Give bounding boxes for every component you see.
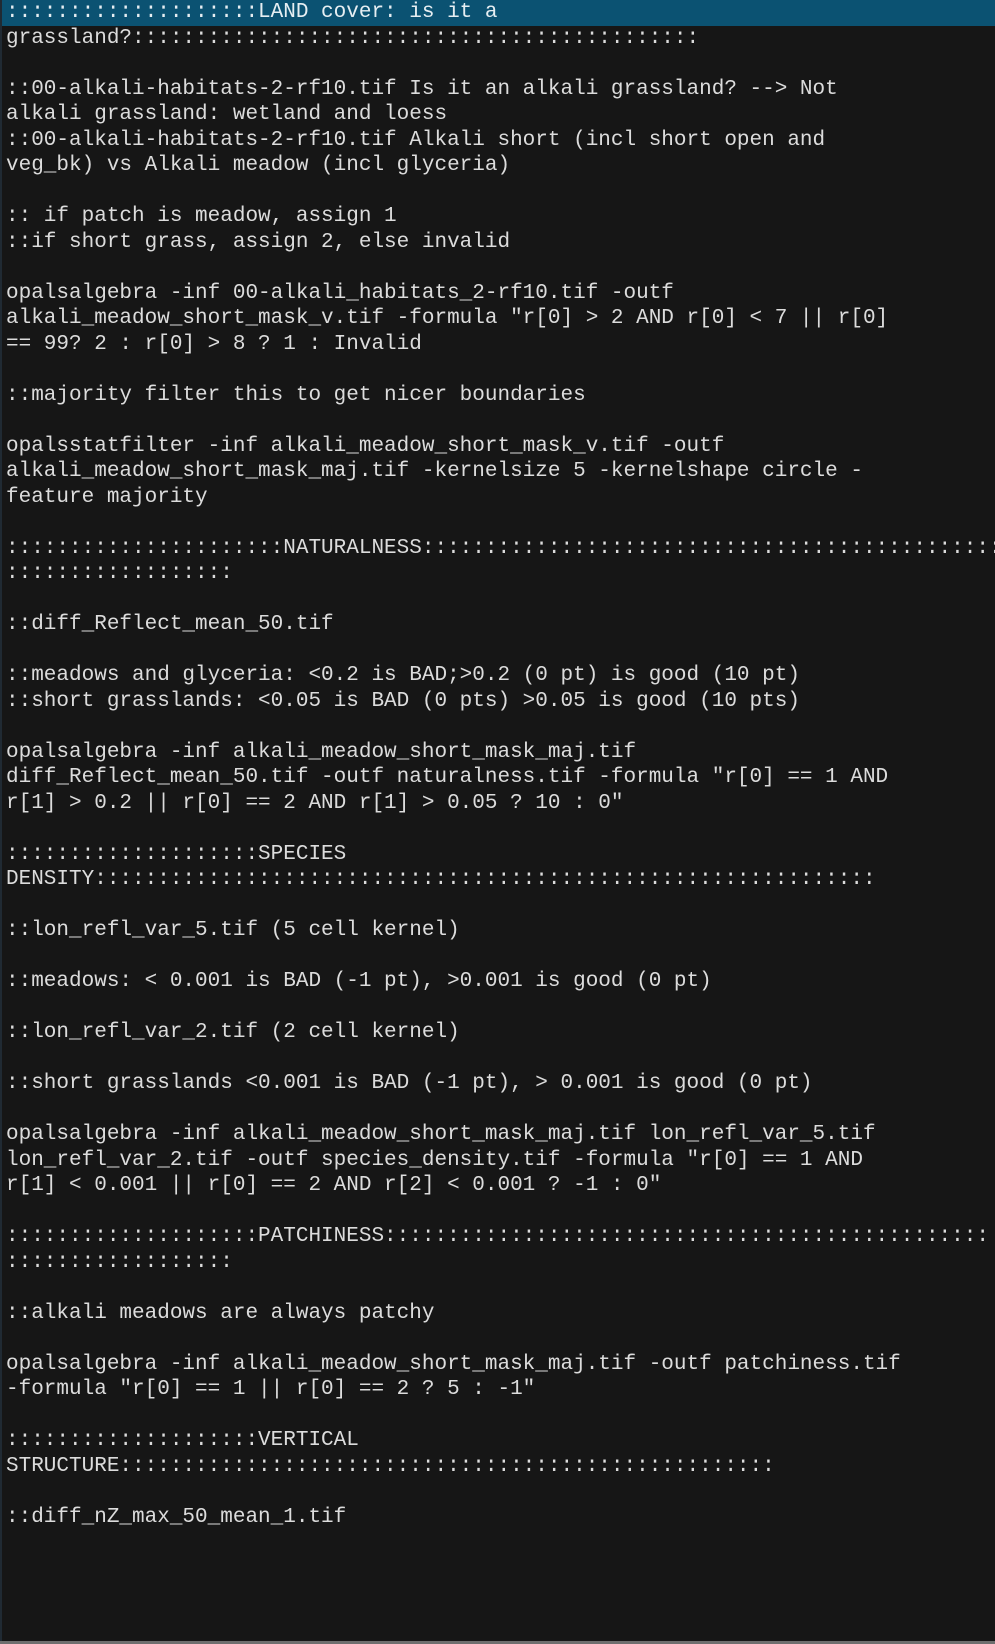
blank-line[interactable] (2, 408, 995, 434)
text-line[interactable]: ::short grasslands <0.001 is BAD (-1 pt)… (2, 1071, 995, 1097)
text-line[interactable]: opalsalgebra -inf alkali_meadow_short_ma… (2, 740, 995, 766)
text-line[interactable]: STRUCTURE:::::::::::::::::::::::::::::::… (2, 1454, 995, 1480)
text-line[interactable]: alkali_meadow_short_mask_v.tif -formula … (2, 306, 995, 332)
blank-line[interactable] (2, 638, 995, 664)
text-line[interactable]: ::00-alkali-habitats-2-rf10.tif Is it an… (2, 77, 995, 103)
selected-text-line[interactable]: ::::::::::::::::::::LAND cover: is it a (2, 0, 995, 26)
blank-line[interactable] (2, 1530, 995, 1556)
text-line[interactable]: grassland?::::::::::::::::::::::::::::::… (2, 26, 995, 52)
text-line[interactable]: ::short grasslands: <0.05 is BAD (0 pts)… (2, 689, 995, 715)
text-line[interactable]: veg_bk) vs Alkali meadow (incl glyceria) (2, 153, 995, 179)
text-line[interactable]: lon_refl_var_2.tif -outf species_density… (2, 1148, 995, 1174)
blank-line[interactable] (2, 995, 995, 1021)
text-line[interactable]: ::diff_Reflect_mean_50.tif (2, 612, 995, 638)
text-editor[interactable]: ::::::::::::::::::::LAND cover: is it ag… (0, 0, 995, 1641)
text-line[interactable]: -formula "r[0] == 1 || r[0] == 2 ? 5 : -… (2, 1377, 995, 1403)
blank-line[interactable] (2, 587, 995, 613)
text-line[interactable]: ::::::::::::::::::::SPECIES (2, 842, 995, 868)
text-line[interactable]: feature majority (2, 485, 995, 511)
text-line[interactable]: ::meadows and glyceria: <0.2 is BAD;>0.2… (2, 663, 995, 689)
text-line[interactable]: ::::::::::::::::::::PATCHINESS::::::::::… (2, 1224, 995, 1250)
text-line[interactable]: alkali grassland: wetland and loess (2, 102, 995, 128)
text-line[interactable]: ::lon_refl_var_2.tif (2 cell kernel) (2, 1020, 995, 1046)
blank-line[interactable] (2, 1479, 995, 1505)
text-line[interactable]: DENSITY:::::::::::::::::::::::::::::::::… (2, 867, 995, 893)
text-line[interactable]: opalsalgebra -inf alkali_meadow_short_ma… (2, 1122, 995, 1148)
text-line[interactable]: ::alkali meadows are always patchy (2, 1301, 995, 1327)
text-line[interactable]: :: if patch is meadow, assign 1 (2, 204, 995, 230)
blank-line[interactable] (2, 1403, 995, 1429)
text-line[interactable]: == 99? 2 : r[0] > 8 ? 1 : Invalid (2, 332, 995, 358)
blank-line[interactable] (2, 179, 995, 205)
blank-line[interactable] (2, 510, 995, 536)
text-line[interactable]: ::majority filter this to get nicer boun… (2, 383, 995, 409)
text-line[interactable]: ::00-alkali-habitats-2-rf10.tif Alkali s… (2, 128, 995, 154)
text-line[interactable]: opalsalgebra -inf 00-alkali_habitats_2-r… (2, 281, 995, 307)
blank-line[interactable] (2, 816, 995, 842)
blank-line[interactable] (2, 1556, 995, 1582)
blank-line[interactable] (2, 51, 995, 77)
text-line[interactable]: ::::::::::::::::::::::NATURALNESS:::::::… (2, 536, 995, 562)
blank-line[interactable] (2, 1199, 995, 1225)
text-line[interactable]: ::meadows: < 0.001 is BAD (-1 pt), >0.00… (2, 969, 995, 995)
text-line[interactable]: alkali_meadow_short_mask_maj.tif -kernel… (2, 459, 995, 485)
text-line[interactable]: diff_Reflect_mean_50.tif -outf naturalne… (2, 765, 995, 791)
text-line[interactable]: opalsalgebra -inf alkali_meadow_short_ma… (2, 1352, 995, 1378)
blank-line[interactable] (2, 1326, 995, 1352)
text-line[interactable]: r[1] > 0.2 || r[0] == 2 AND r[1] > 0.05 … (2, 791, 995, 817)
text-line[interactable]: ::diff_nZ_max_50_mean_1.tif (2, 1505, 995, 1531)
blank-line[interactable] (2, 714, 995, 740)
text-line[interactable]: r[1] < 0.001 || r[0] == 2 AND r[2] < 0.0… (2, 1173, 995, 1199)
blank-line[interactable] (2, 1046, 995, 1072)
blank-line[interactable] (2, 1097, 995, 1123)
blank-line[interactable] (2, 944, 995, 970)
text-line[interactable]: ::::::::::::::::::::VERTICAL (2, 1428, 995, 1454)
text-line[interactable]: ::lon_refl_var_5.tif (5 cell kernel) (2, 918, 995, 944)
blank-line[interactable] (2, 255, 995, 281)
text-line[interactable]: :::::::::::::::::: (2, 561, 995, 587)
blank-line[interactable] (2, 1275, 995, 1301)
text-line[interactable]: :::::::::::::::::: (2, 1250, 995, 1276)
text-line[interactable]: ::if short grass, assign 2, else invalid (2, 230, 995, 256)
blank-line[interactable] (2, 893, 995, 919)
text-line[interactable]: opalsstatfilter -inf alkali_meadow_short… (2, 434, 995, 460)
blank-line[interactable] (2, 357, 995, 383)
